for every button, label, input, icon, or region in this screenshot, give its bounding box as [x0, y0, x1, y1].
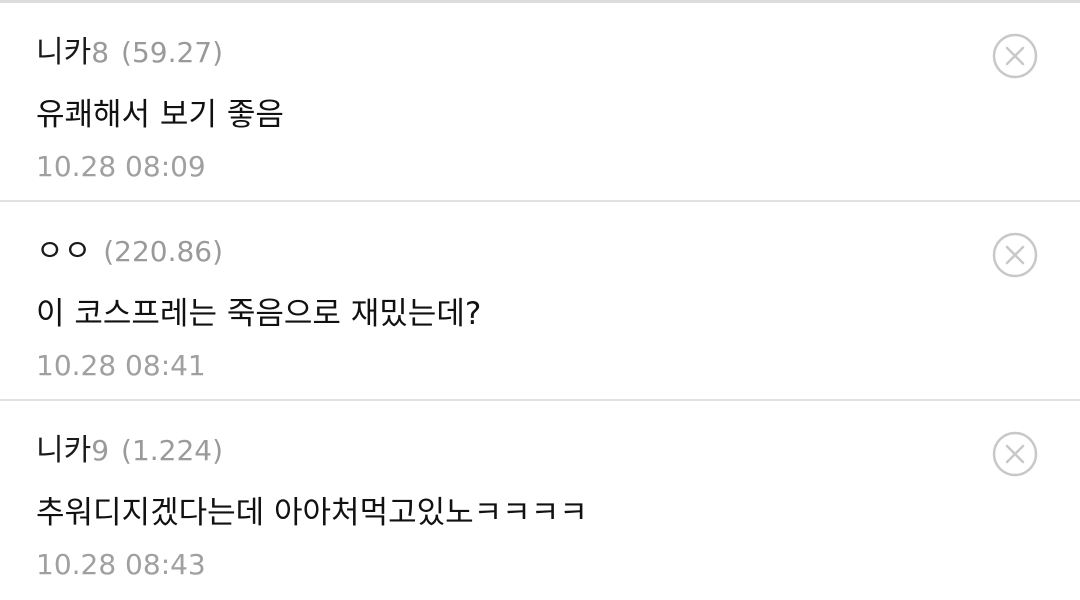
delete-comment-button[interactable]: [992, 33, 1038, 79]
comment-author[interactable]: ㅇㅇ: [36, 234, 91, 269]
comment-ip: (59.27): [121, 36, 224, 69]
comment-author-line: 니카8 (59.27): [36, 33, 223, 73]
comment-author-line: 니카9 (1.224): [36, 431, 223, 471]
comment-time: 10.28 08:41: [36, 349, 206, 382]
close-circle-icon: [992, 431, 1038, 477]
comment-author-suffix: 8: [91, 36, 110, 69]
close-circle-icon: [992, 33, 1038, 79]
comment-text: 유쾌해서 보기 좋음: [36, 97, 284, 133]
comment-text: 추워디지겠다는데 아아처먹고있노ㅋㅋㅋㅋ: [36, 495, 588, 531]
comment-author-line: ㅇㅇ (220.86): [36, 232, 223, 272]
comment-time: 10.28 08:09: [36, 150, 206, 183]
comment-author-suffix: 9: [91, 434, 110, 467]
comment-time: 10.28 08:43: [36, 548, 206, 581]
comment-ip: (1.224): [121, 434, 224, 467]
comment-ip: (220.86): [103, 235, 224, 268]
comment-list: 니카8 (59.27) 유쾌해서 보기 좋음 10.28 08:09 ㅇㅇ (220…: [0, 3, 1080, 600]
delete-comment-button[interactable]: [992, 431, 1038, 477]
comment-item: 니카8 (59.27) 유쾌해서 보기 좋음 10.28 08:09: [0, 3, 1080, 202]
comment-author[interactable]: 니카: [36, 35, 91, 70]
comment-text: 이 코스프레는 죽음으로 재밌는데?: [36, 296, 482, 332]
comment-author[interactable]: 니카: [36, 433, 91, 468]
comment-item: 니카9 (1.224) 추워디지겠다는데 아아처먹고있노ㅋㅋㅋㅋ 10.28 08…: [0, 401, 1080, 600]
close-circle-icon: [992, 232, 1038, 278]
comment-item: ㅇㅇ (220.86) 이 코스프레는 죽음으로 재밌는데? 10.28 08:4…: [0, 202, 1080, 401]
delete-comment-button[interactable]: [992, 232, 1038, 278]
